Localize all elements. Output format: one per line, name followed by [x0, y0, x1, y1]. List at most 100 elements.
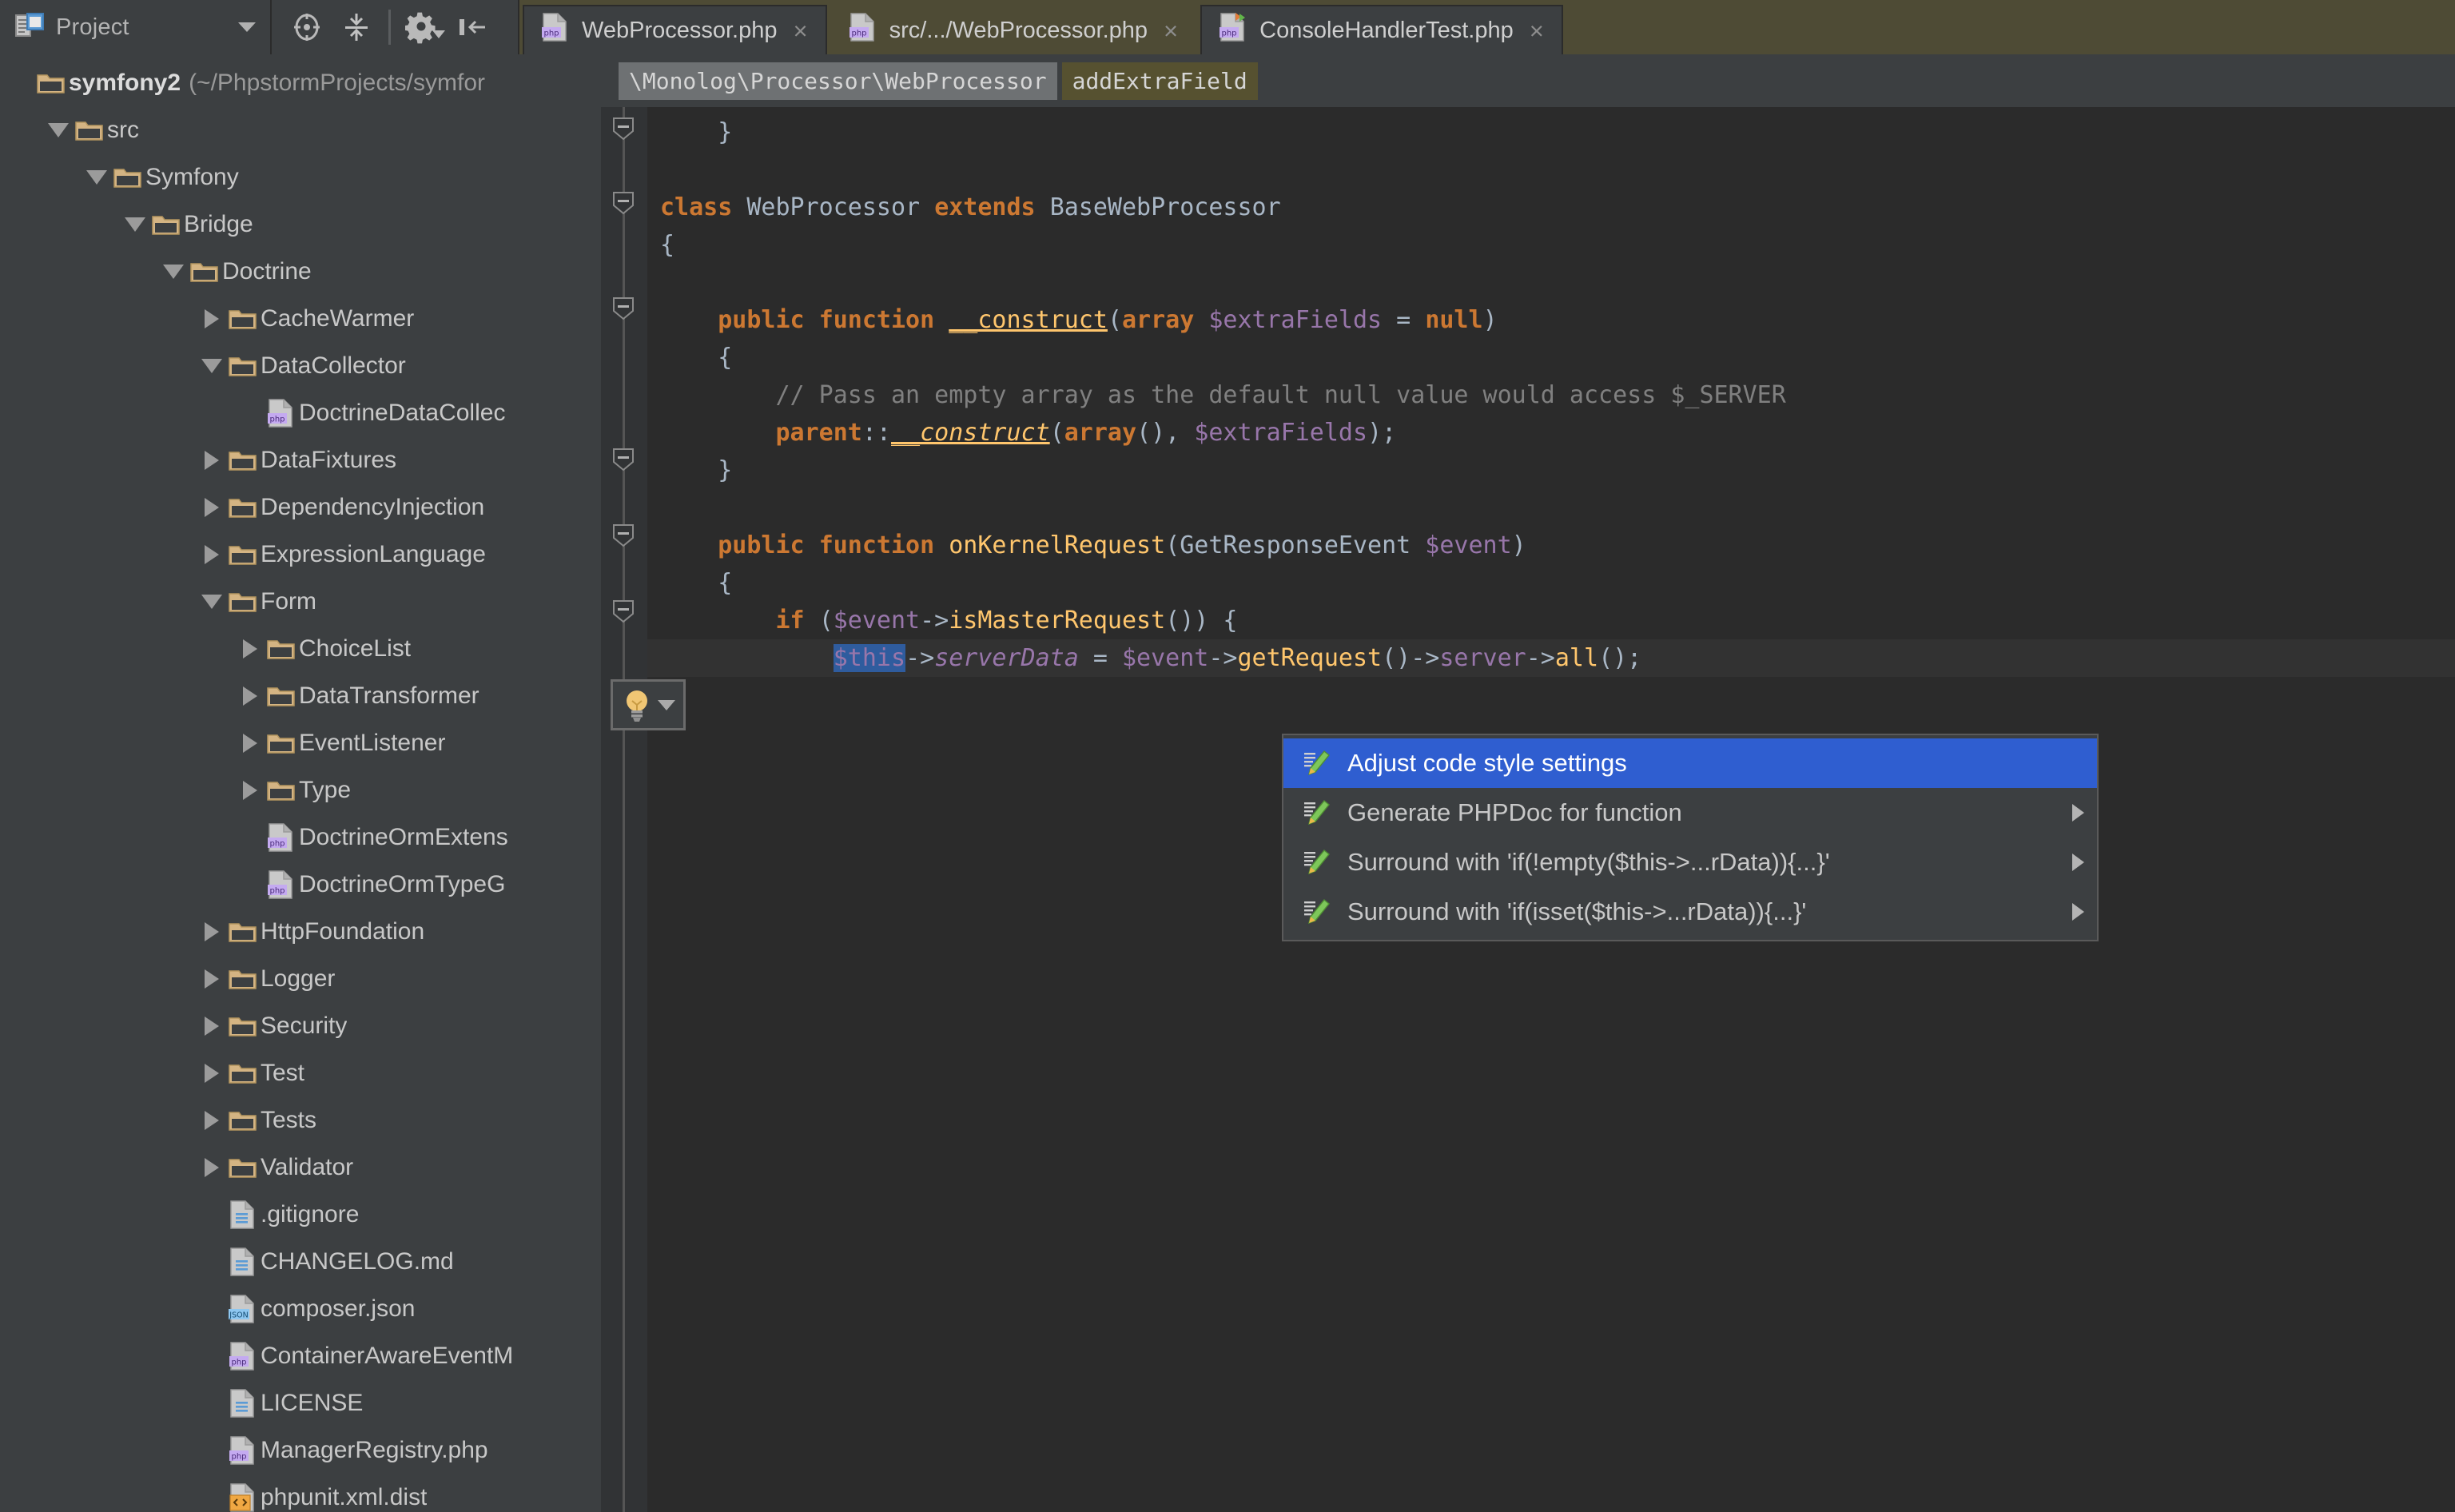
tree-node[interactable]: php DoctrineDataCollec	[0, 389, 601, 436]
chevron-right-icon[interactable]	[2072, 804, 2084, 822]
chevron-right-icon[interactable]	[2072, 853, 2084, 871]
tree-node[interactable]: php ManagerRegistry.php	[0, 1426, 601, 1474]
tree-node[interactable]: LICENSE	[0, 1379, 601, 1426]
chevron-right-icon[interactable]	[198, 921, 225, 941]
editor-tab[interactable]: php WebProcessor.php ×	[523, 5, 827, 54]
tree-node[interactable]: Logger	[0, 955, 601, 1002]
code-viewport: } class WebProcessor extends BaseWebProc…	[601, 107, 2455, 1512]
tree-node[interactable]: src	[0, 106, 601, 153]
tree-node[interactable]: Tests	[0, 1096, 601, 1144]
tree-node[interactable]: Validator	[0, 1144, 601, 1191]
tree-node[interactable]: DataCollector	[0, 342, 601, 389]
intention-menu-item[interactable]: Surround with 'if(isset($this->...rData)…	[1283, 887, 2097, 937]
chevron-down-icon[interactable]	[198, 358, 225, 373]
tree-node[interactable]: ChoiceList	[0, 625, 601, 672]
breadcrumb-item[interactable]: \Monolog\Processor\WebProcessor	[619, 62, 1057, 100]
chevron-right-icon[interactable]	[237, 780, 264, 800]
tree-node[interactable]: Symfony	[0, 153, 601, 201]
tree-node[interactable]: CacheWarmer	[0, 295, 601, 342]
collapse-all-icon[interactable]	[336, 6, 377, 48]
tree-node[interactable]: CHANGELOG.md	[0, 1238, 601, 1285]
chevron-down-icon[interactable]	[83, 169, 110, 185]
fold-marker[interactable]	[607, 295, 639, 322]
editor-tab[interactable]: php ConsoleHandlerTest.php ×	[1200, 5, 1563, 54]
svg-text:php: php	[851, 30, 866, 38]
tree-node[interactable]: DataTransformer	[0, 672, 601, 719]
tree-node[interactable]: JSON composer.json	[0, 1285, 601, 1332]
folder-icon	[264, 778, 299, 802]
intention-menu-item[interactable]: Generate PHPDoc for function	[1283, 788, 2097, 838]
svg-text:php: php	[231, 1452, 246, 1461]
intention-menu-item[interactable]: Adjust code style settings	[1283, 738, 2097, 788]
tree-node[interactable]: Type	[0, 766, 601, 814]
fold-marker[interactable]	[607, 522, 639, 549]
tree-node[interactable]: Bridge	[0, 201, 601, 248]
chevron-down-icon[interactable]	[160, 264, 187, 279]
intention-bulb[interactable]	[611, 679, 686, 730]
gear-icon[interactable]	[402, 6, 445, 48]
fold-marker[interactable]	[607, 189, 639, 217]
tree-node[interactable]: EventListener	[0, 719, 601, 766]
fold-marker[interactable]	[607, 446, 639, 473]
code-line: parent::__construct(array(), $extraField…	[775, 419, 1397, 447]
chevron-right-icon[interactable]	[237, 733, 264, 753]
tree-node-label: Logger	[261, 965, 336, 992]
chevron-right-icon[interactable]	[237, 639, 264, 659]
tree-node[interactable]: Form	[0, 578, 601, 625]
folder-icon	[72, 118, 107, 142]
chevron-down-icon[interactable]	[198, 594, 225, 609]
chevron-right-icon[interactable]	[198, 1110, 225, 1130]
chevron-right-icon[interactable]	[198, 497, 225, 517]
tree-node[interactable]: DataFixtures	[0, 436, 601, 483]
editor-gutter[interactable]	[601, 107, 647, 1512]
chevron-right-icon[interactable]	[237, 686, 264, 706]
tree-node[interactable]: phpunit.xml.dist	[0, 1474, 601, 1512]
php-file-icon: php	[540, 12, 571, 49]
project-toolwindow-header[interactable]: Project	[0, 0, 272, 54]
intention-actions-popup[interactable]: Adjust code style settings Generate PHPDo…	[1282, 734, 2099, 941]
project-tree[interactable]: symfony2 (~/PhpstormProjects/symfor src S…	[0, 54, 601, 1512]
editor-area: \Monolog\Processor\WebProcessor addExtraF…	[601, 54, 2455, 1512]
tree-node-root[interactable]: symfony2 (~/PhpstormProjects/symfor	[0, 59, 601, 106]
chevron-down-icon[interactable]	[45, 122, 72, 137]
tree-node[interactable]: Test	[0, 1049, 601, 1096]
chevron-right-icon[interactable]	[198, 450, 225, 470]
chevron-right-icon[interactable]	[198, 308, 225, 328]
tree-node[interactable]: HttpFoundation	[0, 908, 601, 955]
fold-marker[interactable]	[607, 115, 639, 142]
breadcrumb-item[interactable]: addExtraField	[1061, 62, 1258, 100]
tree-node[interactable]: Security	[0, 1002, 601, 1049]
tree-node[interactable]: php DoctrineOrmTypeG	[0, 861, 601, 908]
chevron-right-icon[interactable]	[198, 969, 225, 989]
chevron-right-icon[interactable]	[198, 1016, 225, 1036]
fold-marker[interactable]	[607, 598, 639, 625]
tree-node-label: src	[107, 116, 139, 143]
close-icon[interactable]: ×	[794, 18, 808, 43]
editor-tab[interactable]: php src/.../WebProcessor.php ×	[830, 5, 1198, 54]
intention-menu-item[interactable]: Surround with 'if(!empty($this->...rData…	[1283, 838, 2097, 887]
editor-tab-label: src/.../WebProcessor.php	[889, 17, 1148, 43]
close-icon[interactable]: ×	[1530, 18, 1544, 43]
tree-node[interactable]: php DoctrineOrmExtens	[0, 814, 601, 861]
tree-node[interactable]: .gitignore	[0, 1191, 601, 1238]
tree-node[interactable]: php ContainerAwareEventM	[0, 1332, 601, 1379]
chevron-down-icon[interactable]	[238, 22, 256, 32]
hide-panel-icon[interactable]	[452, 6, 493, 48]
tree-node-label: composer.json	[261, 1295, 416, 1322]
tree-node[interactable]: Doctrine	[0, 248, 601, 295]
tree-node[interactable]: DependencyInjection	[0, 483, 601, 531]
chevron-right-icon[interactable]	[198, 544, 225, 564]
toolbar-separator	[388, 10, 391, 45]
chevron-down-icon[interactable]	[121, 217, 149, 232]
php-file-icon: php	[225, 1341, 261, 1371]
chevron-down-icon[interactable]	[432, 30, 445, 38]
close-icon[interactable]: ×	[1164, 18, 1178, 43]
chevron-right-icon[interactable]	[198, 1063, 225, 1083]
locate-icon[interactable]	[286, 6, 328, 48]
intention-menu-item-label: Adjust code style settings	[1347, 749, 1627, 777]
chevron-right-icon[interactable]	[198, 1157, 225, 1177]
tree-node-label: Form	[261, 587, 316, 615]
chevron-down-icon[interactable]	[658, 699, 675, 710]
chevron-right-icon[interactable]	[2072, 903, 2084, 921]
tree-node[interactable]: ExpressionLanguage	[0, 531, 601, 578]
